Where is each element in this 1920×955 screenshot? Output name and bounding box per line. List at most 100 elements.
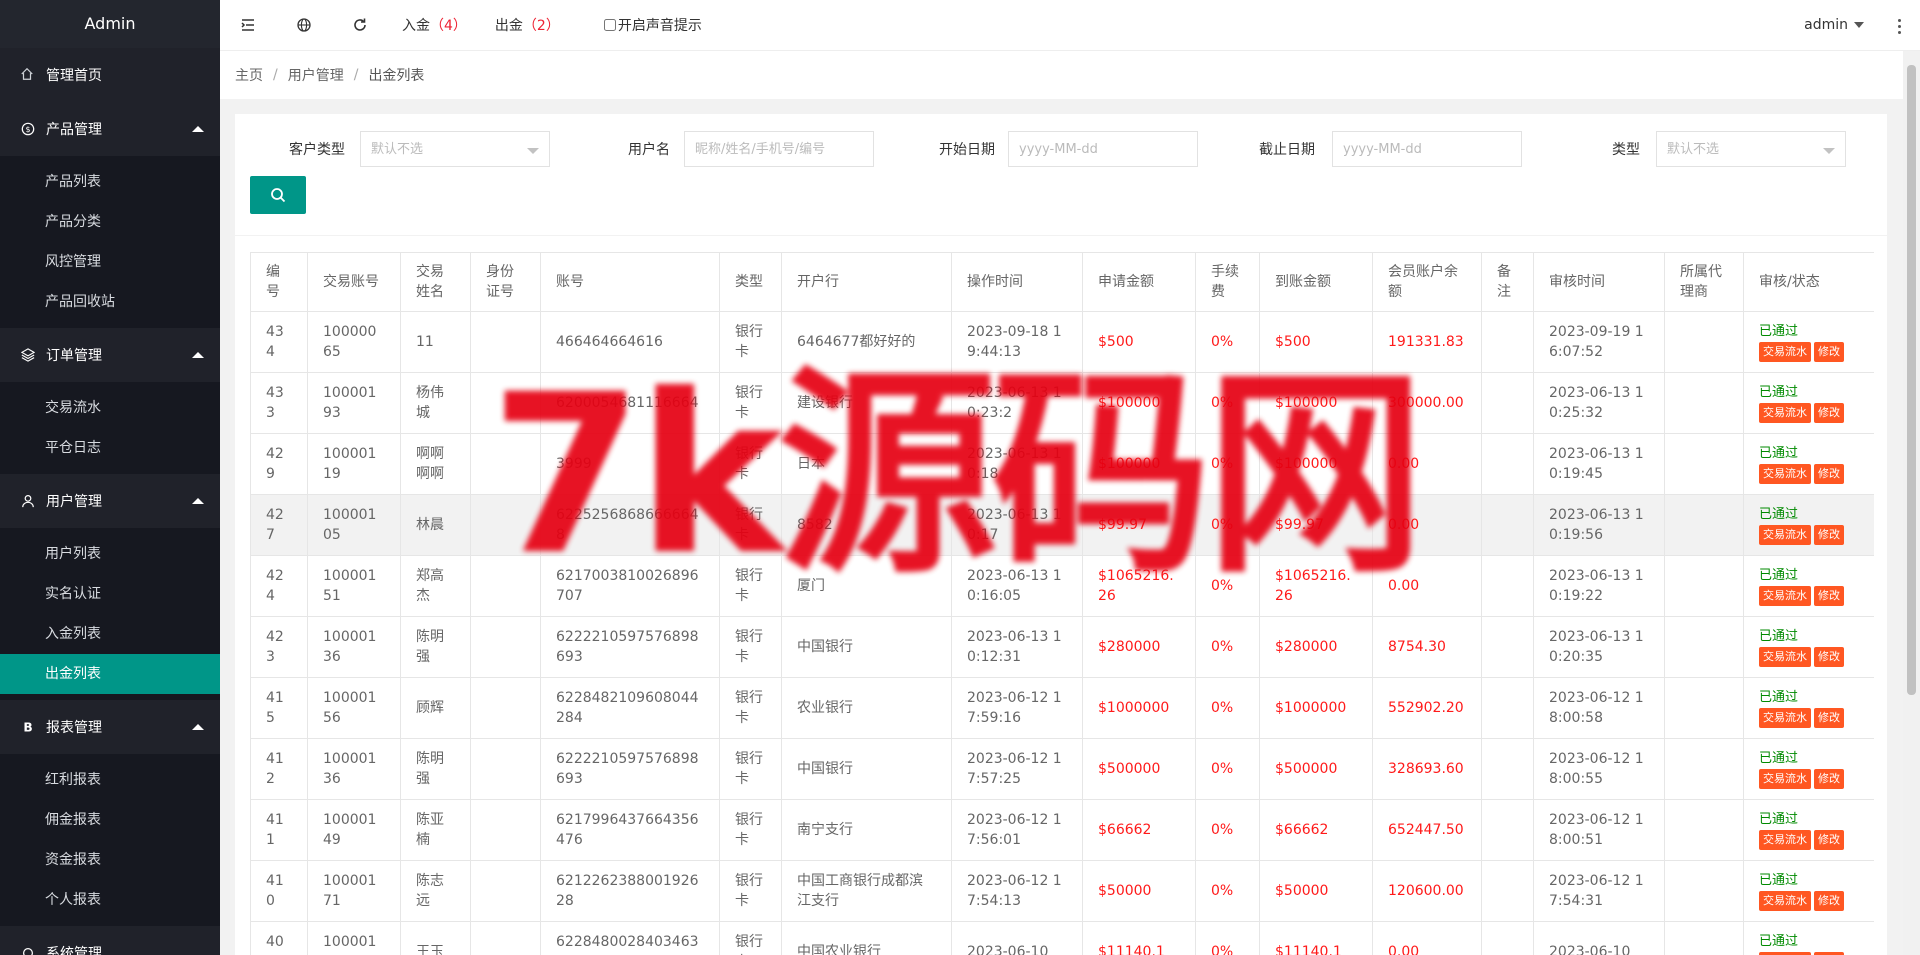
sidebar-group-3[interactable]: B 报表管理 [0,700,220,754]
table-cell: 中国工商银行成都滨江支行 [781,860,952,922]
table-cell [470,921,541,955]
sidebar-item[interactable]: 佣金报表 [0,800,220,840]
trade-flow-button[interactable]: 交易流水 [1759,768,1811,789]
table-row[interactable]: 40410000187王玉 6228480028403463774银行卡中国农业银… [250,921,1874,955]
edit-button[interactable]: 修改 [1814,341,1844,362]
sidebar-group-1[interactable]: 订单管理 [0,328,220,382]
trade-flow-button[interactable]: 交易流水 [1759,951,1811,955]
globe-button[interactable] [276,0,332,50]
type-select[interactable]: 默认不选 [1656,131,1846,167]
table-cell: 2023-06-12 18:00:58 [1533,677,1665,739]
trade-flow-button[interactable]: 交易流水 [1759,890,1811,911]
table-cell [1664,921,1744,955]
sidebar-group-label: 系统管理 [46,946,102,955]
search-button[interactable] [250,176,306,214]
trade-flow-button[interactable]: 交易流水 [1759,463,1811,484]
nav-menu: 管理首页 $ 产品管理产品列表 产品分类 风控管理 产品回收站订单管理交易流水 平仓日志用户… [0,48,220,955]
table-cell: $50000 [1082,860,1196,922]
user-menu[interactable]: admin [1804,0,1864,50]
table-row[interactable]: 423 10000136 陈明强 6222210597576898693 银行卡 中国银行… [250,616,1874,678]
sidebar-item[interactable]: 个人报表 [0,880,220,920]
edit-button[interactable]: 修改 [1814,890,1844,911]
sidebar-item[interactable]: 实名认证 [0,574,220,614]
caret-up-icon [192,126,204,132]
sidebar-item[interactable]: 风控管理 [0,242,220,282]
table-cell: 10000193 [307,372,401,434]
edit-button[interactable]: 修改 [1814,768,1844,789]
column-header: 操作时间 [951,252,1083,312]
end-date-input[interactable]: yyyy-MM-dd [1332,131,1522,167]
breadcrumb-user-mgmt[interactable]: 用户管理 [288,65,344,85]
caret-down-icon [1854,22,1864,28]
caret-up-icon [192,352,204,358]
trade-flow-button[interactable]: 交易流水 [1759,524,1811,545]
menu-toggle-button[interactable] [220,0,276,50]
username-input[interactable]: 昵称/姓名/手机号/编号 [684,131,874,167]
sidebar-item[interactable]: 交易流水 [0,388,220,428]
username-label: 用户名 [628,142,670,158]
top-header: 入金（4） 出金（2） 开启声音提示 admin [220,0,1920,51]
table-cell: $280000 [1259,616,1373,678]
trade-flow-button[interactable]: 交易流水 [1759,829,1811,850]
trade-flow-button[interactable]: 交易流水 [1759,646,1811,667]
sound-checkbox[interactable] [603,19,616,31]
table-cell: $66662 [1259,799,1373,861]
edit-button[interactable]: 修改 [1814,463,1844,484]
scrollbar-thumb[interactable] [1907,65,1916,695]
table-cell [1481,677,1534,739]
edit-button[interactable]: 修改 [1814,646,1844,667]
table-row[interactable]: 412 10000136 陈明强 6222210597576898693 银行卡 中国银行… [250,738,1874,800]
trade-flow-button[interactable]: 交易流水 [1759,341,1811,362]
table-cell [1664,677,1744,739]
table-cell [1664,494,1744,556]
sidebar-item[interactable]: 红利报表 [0,760,220,800]
table-row[interactable]: 410 10000171 陈志远 621226238800192628 银行卡 中国工商银… [250,860,1874,922]
sidebar-item[interactable]: 产品列表 [0,162,220,202]
sidebar-item[interactable]: 资金报表 [0,840,220,880]
start-date-input[interactable]: yyyy-MM-dd [1008,131,1198,167]
table-cell: 2023-06-10 [951,921,1083,955]
vertical-scrollbar[interactable] [1903,51,1920,955]
edit-button[interactable]: 修改 [1814,829,1844,850]
edit-button[interactable]: 修改 [1814,585,1844,606]
more-vertical-icon[interactable] [1898,16,1902,37]
trade-flow-button[interactable]: 交易流水 [1759,585,1811,606]
customer-type-select[interactable]: 默认不选 [360,131,550,167]
table-cell: 陈亚楠 [400,799,471,861]
table-cell: $1000000 [1082,677,1196,739]
edit-button[interactable]: 修改 [1814,707,1844,728]
deposit-link[interactable]: 入金（4） [402,15,467,35]
sidebar-item[interactable]: 出金列表 [0,654,220,694]
sidebar-group-4[interactable]: 系统管理 [0,926,220,955]
edit-button[interactable]: 修改 [1814,402,1844,423]
sidebar-item[interactable]: 用户列表 [0,534,220,574]
table-cell [1481,555,1534,617]
sidebar-item-home[interactable]: 管理首页 [0,48,220,102]
table-row[interactable]: 415 10000156 顾辉 6228482109608044284 银行卡 农业银行 2… [250,677,1874,739]
table-cell: 552902.20 [1372,677,1482,739]
sidebar-item[interactable]: 产品分类 [0,202,220,242]
table-cell: 8754.30 [1372,616,1482,678]
withdraw-link[interactable]: 出金（2） [495,15,560,35]
edit-button[interactable]: 修改 [1814,524,1844,545]
table-cell: 2023-06-12 17:59:16 [951,677,1083,739]
sidebar-item[interactable]: 平仓日志 [0,428,220,468]
trade-flow-button[interactable]: 交易流水 [1759,402,1811,423]
column-header: 备注 [1481,252,1534,312]
sidebar-group-2[interactable]: 用户管理 [0,474,220,528]
table-cell: 10000187 [307,921,401,955]
sidebar-item[interactable]: 产品回收站 [0,282,220,322]
breadcrumb-home[interactable]: 主页 [235,65,263,85]
trade-flow-button[interactable]: 交易流水 [1759,707,1811,728]
sidebar-group-0[interactable]: $ 产品管理 [0,102,220,156]
table-row[interactable]: 411 10000149 陈亚楠 6217996437664356476 银行卡 南宁支行… [250,799,1874,861]
table-cell: 2023-06-10 [1533,921,1665,955]
sound-toggle[interactable]: 开启声音提示 [603,15,702,35]
refresh-button[interactable] [332,0,388,50]
table-cell: 陈志远 [400,860,471,922]
table-cell: $66662 [1082,799,1196,861]
sidebar-item[interactable]: 入金列表 [0,614,220,654]
edit-button[interactable]: 修改 [1814,951,1844,955]
table-cell: 2023-06-12 17:56:01 [951,799,1083,861]
dropdown-arrow-icon [527,148,539,154]
